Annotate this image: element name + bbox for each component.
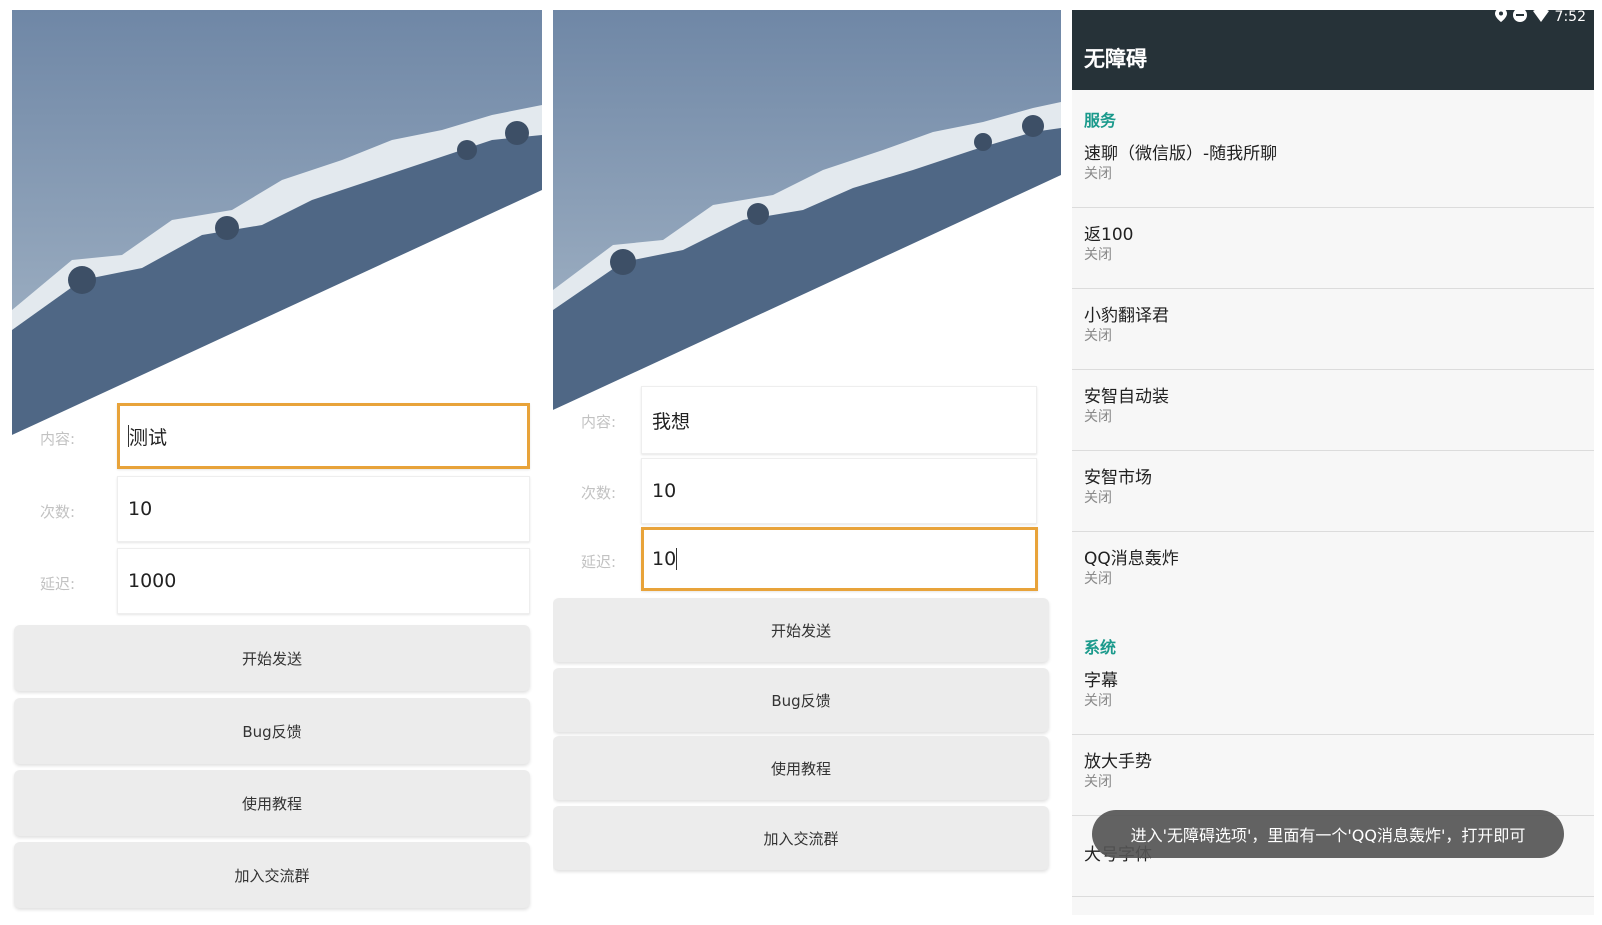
screen-1: 内容: 测试 次数: 10 延迟: 1000 开始发送 Bug反馈 使用教程 加… — [12, 10, 542, 915]
content-row: 内容: 我想 — [553, 386, 1061, 456]
location-icon — [1494, 10, 1507, 26]
list-item[interactable]: 安智市场 关闭 — [1072, 451, 1594, 532]
page-title: 无障碍 — [1084, 47, 1147, 71]
status-time: 7:52 — [1554, 10, 1586, 25]
minus-circle-icon — [1512, 10, 1527, 26]
content-label: 内容: — [581, 413, 617, 431]
list-item[interactable]: 返100 关闭 — [1072, 208, 1594, 289]
header-illustration — [12, 10, 542, 435]
content-input[interactable]: 我想 — [641, 386, 1037, 454]
list-item[interactable]: 放大手势 关闭 — [1072, 735, 1594, 816]
delay-row: 延迟: 10 — [553, 527, 1061, 593]
delay-input[interactable]: 1000 — [117, 548, 530, 614]
join-group-button[interactable]: 加入交流群 — [14, 842, 530, 908]
screen-2: 内容: 我想 次数: 10 延迟: 10 开始发送 Bug反馈 使用教程 加入交… — [553, 10, 1061, 915]
join-group-button[interactable]: 加入交流群 — [553, 806, 1049, 870]
list-item[interactable]: 安智自动装 关闭 — [1072, 370, 1594, 451]
count-label: 次数: — [581, 484, 617, 502]
count-row: 次数: 10 — [553, 458, 1061, 526]
content-input[interactable]: 测试 — [117, 403, 530, 469]
tutorial-button[interactable]: 使用教程 — [553, 736, 1049, 800]
toast-message: 进入'无障碍选项'，里面有一个'QQ消息轰炸'，打开即可 — [1092, 810, 1564, 858]
delay-input[interactable]: 10 — [641, 527, 1038, 591]
list-item[interactable]: 小豹翻译君 关闭 — [1072, 289, 1594, 370]
delay-row: 延迟: 1000 — [12, 548, 542, 616]
screen-3-accessibility: 7:52 无障碍 服务 速聊（微信版）-随我所聊 关闭 返100 关闭 小豹翻译… — [1072, 10, 1594, 915]
tutorial-button[interactable]: 使用教程 — [14, 770, 530, 836]
start-send-button[interactable]: 开始发送 — [14, 625, 530, 691]
delay-label: 延迟: — [581, 553, 617, 571]
list-item[interactable]: 字幕 关闭 — [1072, 654, 1594, 735]
list-item[interactable]: 速聊（微信版）-随我所聊 关闭 — [1072, 127, 1594, 208]
bug-feedback-button[interactable]: Bug反馈 — [14, 698, 530, 764]
count-input[interactable]: 10 — [117, 476, 530, 542]
delay-label: 延迟: — [40, 575, 76, 593]
start-send-button[interactable]: 开始发送 — [553, 598, 1049, 662]
content-label: 内容: — [40, 430, 76, 448]
content-row: 内容: 测试 — [12, 403, 542, 471]
app-bar: 7:52 无障碍 — [1072, 10, 1594, 90]
wifi-icon — [1532, 10, 1549, 26]
bug-feedback-button[interactable]: Bug反馈 — [553, 668, 1049, 732]
status-bar: 7:52 — [1494, 10, 1586, 26]
list-item-qq-bomb[interactable]: QQ消息轰炸 关闭 — [1072, 532, 1594, 612]
header-illustration — [553, 10, 1061, 410]
text-caret — [676, 548, 678, 570]
count-label: 次数: — [40, 503, 76, 521]
count-row: 次数: 10 — [12, 476, 542, 544]
count-input[interactable]: 10 — [641, 458, 1037, 524]
